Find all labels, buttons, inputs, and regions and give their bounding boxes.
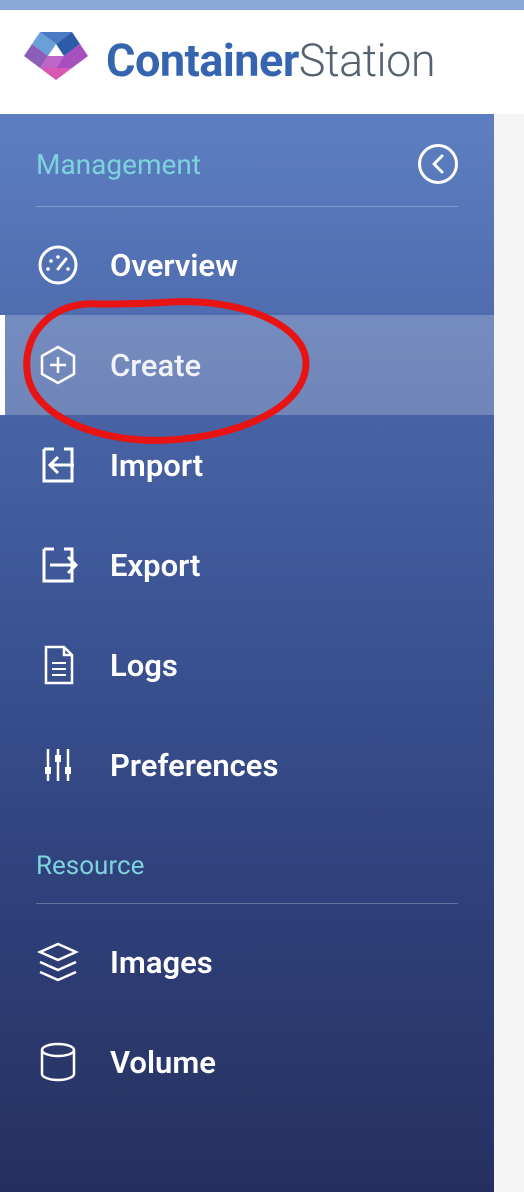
sidebar-item-preferences[interactable]: Preferences — [0, 715, 494, 815]
sidebar-item-images[interactable]: Images — [0, 912, 494, 1012]
sidebar-item-label: Create — [110, 347, 201, 384]
app-title-bold: Container — [106, 34, 299, 87]
gauge-icon — [36, 243, 80, 287]
section-header-resource: Resource — [0, 815, 494, 903]
sidebar-item-import[interactable]: Import — [0, 415, 494, 515]
sidebar-item-volume[interactable]: Volume — [0, 1012, 494, 1112]
app-title: ContainerStation — [106, 34, 435, 87]
sidebar-item-label: Overview — [110, 247, 238, 284]
divider — [36, 206, 458, 207]
sidebar-item-overview[interactable]: Overview — [0, 215, 494, 315]
layers-icon — [36, 940, 80, 984]
sidebar-item-label: Import — [110, 447, 203, 484]
divider — [36, 903, 458, 904]
sidebar: Management Overview — [0, 114, 494, 1192]
sidebar-item-logs[interactable]: Logs — [0, 615, 494, 715]
app-title-light: Station — [299, 34, 435, 87]
chevron-left-icon — [430, 154, 446, 174]
import-icon — [36, 443, 80, 487]
sidebar-item-create[interactable]: Create — [0, 315, 494, 415]
collapse-sidebar-button[interactable] — [418, 144, 458, 184]
sidebar-item-label: Preferences — [110, 747, 278, 784]
database-icon — [36, 1040, 80, 1084]
sidebar-item-label: Export — [110, 547, 200, 584]
sidebar-item-export[interactable]: Export — [0, 515, 494, 615]
sidebar-item-label: Logs — [110, 647, 178, 684]
window-top-bar — [0, 0, 524, 10]
export-icon — [36, 543, 80, 587]
app-logo-icon — [24, 28, 88, 92]
sliders-icon — [36, 743, 80, 787]
section-header-management: Management — [0, 114, 494, 206]
app-header: ContainerStation — [0, 10, 524, 114]
document-icon — [36, 643, 80, 687]
section-title-management: Management — [36, 148, 201, 181]
sidebar-item-label: Images — [110, 944, 213, 981]
sidebar-item-label: Volume — [110, 1044, 216, 1081]
hexagon-plus-icon — [36, 343, 80, 387]
section-title-resource: Resource — [36, 851, 144, 881]
